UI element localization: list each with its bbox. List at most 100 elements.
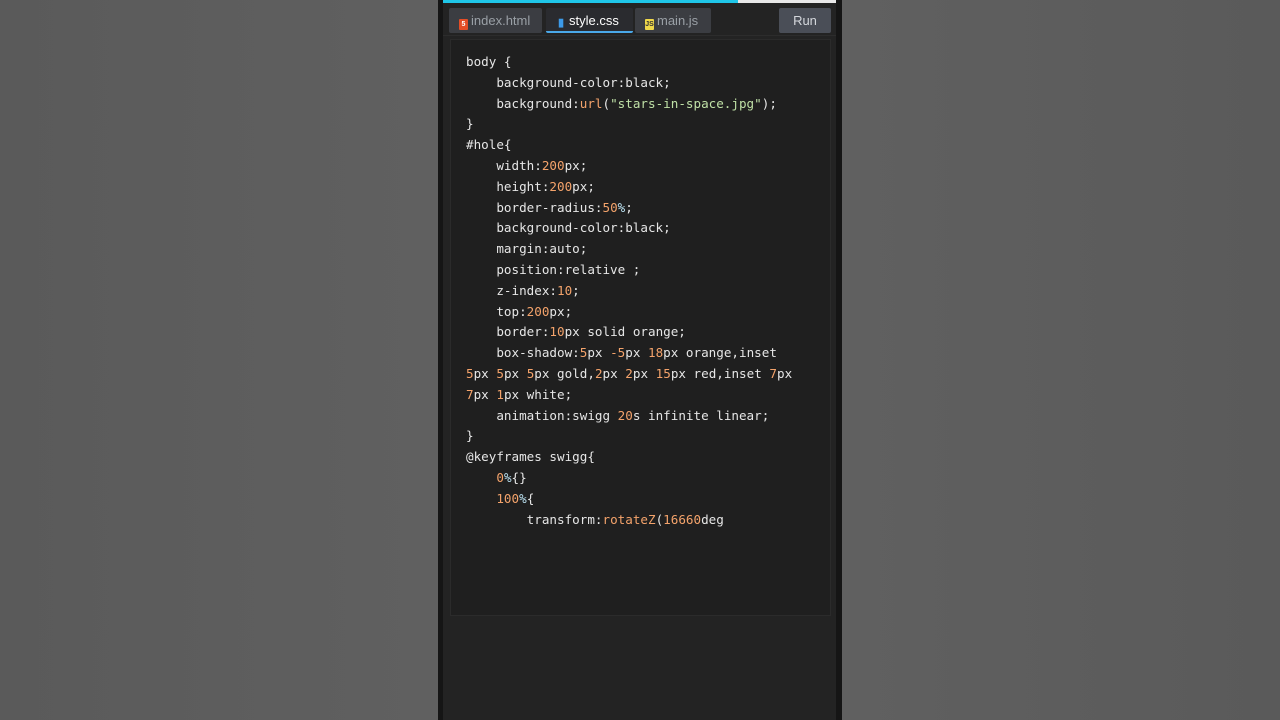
css3-icon: ▮ bbox=[557, 17, 565, 29]
code-token: } bbox=[466, 428, 474, 444]
video-progress-remaining bbox=[738, 0, 836, 3]
code-line: animation:swigg 20s infinite linear; bbox=[466, 406, 826, 427]
code-token: body { bbox=[466, 54, 512, 69]
code-token: rotateZ bbox=[602, 511, 656, 527]
code-line: z-index:10; bbox=[466, 281, 826, 302]
code-token: {} bbox=[511, 469, 527, 485]
code-token: height: bbox=[466, 178, 550, 194]
code-line: } bbox=[466, 426, 826, 447]
code-token: 7 bbox=[466, 386, 474, 402]
code-token: 50 bbox=[602, 199, 618, 215]
tab-index-html[interactable]: 5 index.html bbox=[449, 8, 542, 33]
code-content: body { background-color:black; backgroun… bbox=[466, 52, 826, 530]
code-token: px bbox=[473, 386, 497, 402]
video-progress-bar bbox=[443, 0, 738, 3]
code-line: 7px 1px white; bbox=[466, 385, 826, 406]
code-editor[interactable]: body { background-color:black; backgroun… bbox=[450, 39, 831, 616]
background-left bbox=[0, 0, 438, 720]
code-token: 16660 bbox=[663, 511, 702, 527]
code-token: 10 bbox=[557, 282, 573, 298]
code-token: deg bbox=[701, 511, 724, 527]
code-token: px bbox=[632, 365, 656, 381]
tab-main-js[interactable]: JS main.js bbox=[635, 8, 711, 33]
code-token: background: bbox=[466, 95, 580, 111]
tab-label: style.css bbox=[569, 13, 619, 28]
code-line: background-color:black; bbox=[466, 218, 826, 239]
code-line: #hole{ bbox=[466, 135, 826, 156]
code-token: "stars-in-space.jpg" bbox=[610, 95, 762, 111]
code-line: body { bbox=[466, 52, 826, 73]
code-line: position:relative ; bbox=[466, 260, 826, 281]
code-line: 100%{ bbox=[466, 489, 826, 510]
code-line: width:200px; bbox=[466, 156, 826, 177]
code-token: box-shadow: bbox=[466, 345, 580, 361]
background-right bbox=[842, 0, 1280, 720]
code-token: -5 bbox=[610, 345, 626, 361]
code-token: } bbox=[466, 116, 474, 132]
code-token: 2 bbox=[594, 365, 603, 381]
code-token: % bbox=[503, 469, 512, 485]
tab-label: main.js bbox=[657, 13, 699, 28]
code-line: border-radius:50%; bbox=[466, 198, 826, 219]
phone-frame: 5 index.html ▮ style.css JS main.js Run bod… bbox=[438, 0, 842, 720]
code-token: position:relative ; bbox=[466, 261, 641, 277]
code-token: { bbox=[526, 490, 535, 506]
code-line: margin:auto; bbox=[466, 239, 826, 260]
code-token: background-color:black; bbox=[466, 220, 671, 236]
code-token: url bbox=[579, 95, 603, 111]
code-token: px white; bbox=[503, 386, 573, 402]
code-token: margin:auto; bbox=[466, 241, 588, 257]
code-token: 2 bbox=[625, 365, 633, 381]
code-line: 5px 5px 5px gold,2px 2px 15px red,inset … bbox=[466, 364, 826, 385]
code-token: px; bbox=[549, 303, 573, 319]
code-token: top: bbox=[466, 303, 527, 319]
code-token: 10 bbox=[549, 324, 565, 340]
code-token: 200 bbox=[541, 157, 565, 173]
code-token: px red,inset bbox=[670, 365, 770, 381]
code-line: @keyframes swigg{ bbox=[466, 447, 826, 468]
js-icon: JS bbox=[645, 19, 654, 30]
code-line: height:200px; bbox=[466, 177, 826, 198]
code-token: 1 bbox=[496, 386, 504, 402]
code-line: border:10px solid orange; bbox=[466, 322, 826, 343]
code-token: % bbox=[519, 490, 527, 506]
code-token: width: bbox=[466, 157, 542, 173]
code-token: 15 bbox=[655, 365, 671, 381]
code-token: 5 bbox=[496, 365, 504, 381]
code-line: transform:rotateZ(16660deg bbox=[466, 510, 826, 531]
code-token: ; bbox=[572, 282, 580, 298]
code-token: px bbox=[776, 365, 793, 381]
code-line: background-color:black; bbox=[466, 73, 826, 94]
code-token: px; bbox=[564, 157, 588, 173]
code-token: ; bbox=[625, 199, 633, 215]
code-token: px bbox=[503, 365, 527, 381]
code-token: background-color:black; bbox=[466, 74, 671, 90]
file-tab-bar: 5 index.html ▮ style.css JS main.js Run bbox=[443, 7, 836, 36]
code-line: top:200px; bbox=[466, 302, 826, 323]
code-token: 0 bbox=[496, 469, 504, 485]
code-token: 200 bbox=[549, 178, 573, 194]
code-token: px bbox=[602, 365, 626, 381]
code-editor-app: 5 index.html ▮ style.css JS main.js Run bod… bbox=[443, 0, 836, 720]
code-token: 200 bbox=[526, 303, 550, 319]
code-token: 18 bbox=[648, 345, 664, 361]
tab-label: index.html bbox=[471, 13, 531, 28]
tab-style-css[interactable]: ▮ style.css bbox=[546, 8, 633, 33]
run-button[interactable]: Run bbox=[779, 8, 831, 33]
code-token: px; bbox=[572, 178, 595, 194]
code-line: background:url("stars-in-space.jpg"); bbox=[466, 94, 826, 115]
code-token: 20 bbox=[617, 407, 633, 423]
code-token: z-index: bbox=[466, 282, 557, 298]
code-token: s infinite linear; bbox=[632, 407, 770, 423]
code-token: @keyframes swigg{ bbox=[466, 449, 595, 465]
code-token: 100 bbox=[496, 490, 520, 506]
code-token: px bbox=[587, 345, 611, 361]
code-token: 5 bbox=[466, 365, 474, 381]
code-token: px gold, bbox=[534, 365, 595, 381]
code-token: border-radius: bbox=[466, 199, 603, 215]
code-line: } bbox=[466, 114, 826, 135]
code-token: border: bbox=[466, 324, 550, 340]
code-token: #hole{ bbox=[466, 137, 512, 153]
